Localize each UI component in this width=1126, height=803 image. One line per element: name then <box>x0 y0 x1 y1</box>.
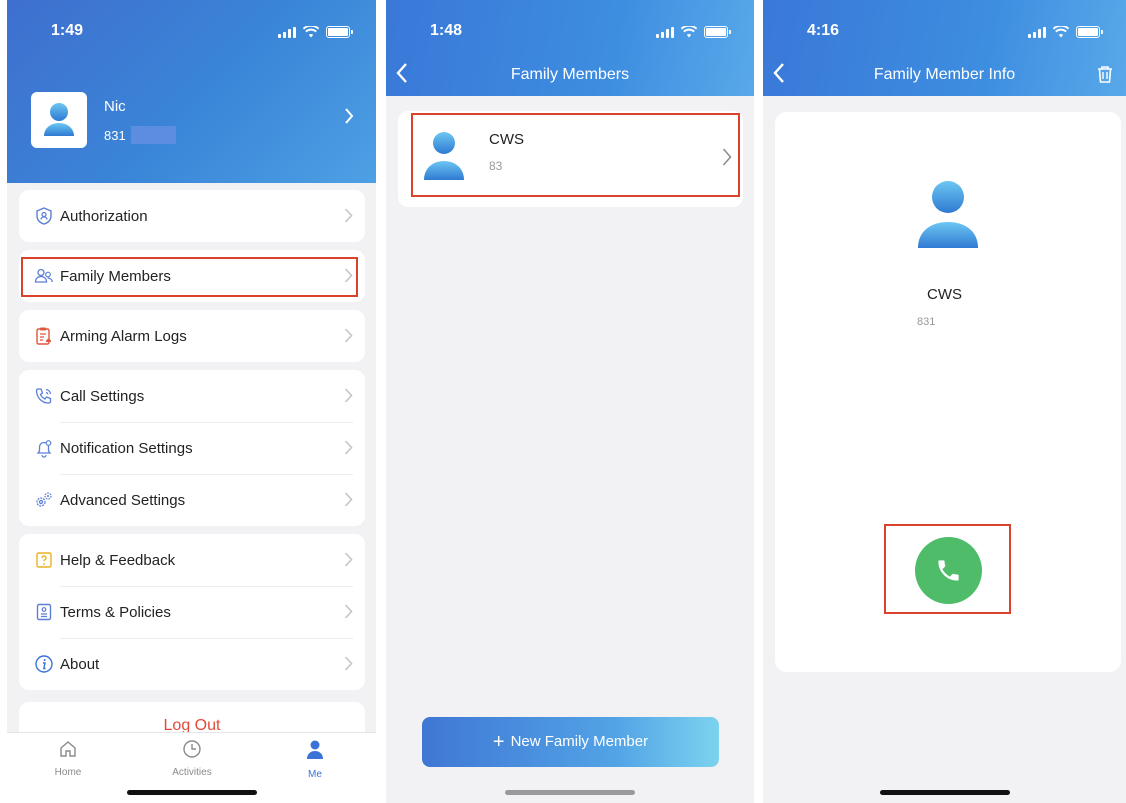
tab-me[interactable]: Me <box>275 739 355 780</box>
status-time: 1:48 <box>430 22 463 39</box>
menu-item-label: Authorization <box>60 207 148 225</box>
chevron-right-icon <box>344 604 353 619</box>
highlight-box-member <box>411 113 740 197</box>
wifi-icon <box>1053 26 1069 38</box>
chevron-right-icon <box>344 208 353 223</box>
menu-item-label: About <box>60 655 100 673</box>
phone-settings-icon <box>35 388 52 404</box>
person-avatar-icon <box>44 103 74 136</box>
gears-icon <box>36 492 52 507</box>
clock-icon <box>183 740 201 758</box>
plus-icon: + <box>492 731 505 753</box>
home-indicator <box>879 790 1010 795</box>
tab-label: Activities <box>172 767 212 778</box>
authorization-icon <box>36 207 52 225</box>
menu-item-terms-policies[interactable]: Terms & Policies <box>19 586 365 638</box>
menu-card-help: Help & Feedback Terms & Policies About <box>19 534 365 690</box>
chevron-right-icon <box>344 656 353 671</box>
menu-card-authorization: Authorization <box>19 190 365 242</box>
menu-item-label: Help & Feedback <box>60 551 176 569</box>
status-bar: 1:49 <box>7 0 376 50</box>
status-bar: 4:16 <box>763 0 1126 50</box>
menu-card-settings: Call Settings Notification Settings Adva… <box>19 370 365 526</box>
family-members-screen: Family Members 1:48 CWS 83 + New Family M… <box>386 0 754 803</box>
person-icon <box>307 740 323 759</box>
menu-item-notification-settings[interactable]: Notification Settings <box>19 422 365 474</box>
menu-item-label: Advanced Settings <box>60 491 186 509</box>
new-family-member-label: New Family Member <box>510 733 649 750</box>
tab-home[interactable]: Home <box>28 739 108 778</box>
menu-item-about[interactable]: About <box>19 638 365 690</box>
battery-icon <box>704 26 731 38</box>
home-indicator <box>505 790 635 795</box>
chevron-right-icon <box>344 388 353 403</box>
family-member-info-screen: Family Member Info 4:16 CWS 831 <box>763 0 1126 803</box>
battery-icon <box>326 26 353 38</box>
battery-icon <box>1076 26 1103 38</box>
profile-phone: 831 <box>104 128 126 143</box>
signal-icon <box>278 26 296 38</box>
tab-activities[interactable]: Activities <box>152 739 232 778</box>
menu-item-label: Notification Settings <box>60 439 193 457</box>
tab-label: Home <box>54 767 82 778</box>
menu-card-alarm: Arming Alarm Logs <box>19 310 365 362</box>
document-icon <box>36 603 52 621</box>
menu-item-help-feedback[interactable]: Help & Feedback <box>19 534 365 586</box>
chevron-right-icon <box>344 552 353 567</box>
new-family-member-button[interactable]: + New Family Member <box>422 717 719 767</box>
highlight-box-call <box>884 524 1011 614</box>
help-icon <box>36 552 52 568</box>
info-icon <box>35 655 53 673</box>
wifi-icon <box>303 26 319 38</box>
page-title: Family Member Info <box>873 66 1016 83</box>
home-indicator <box>126 790 257 795</box>
menu-item-label: Terms & Policies <box>60 603 171 621</box>
redaction <box>131 126 176 144</box>
profile-name: Nic <box>104 98 126 115</box>
home-icon <box>60 741 76 757</box>
status-time: 1:49 <box>51 22 84 39</box>
signal-icon <box>1028 26 1046 38</box>
chevron-right-icon <box>344 328 353 343</box>
status-time: 4:16 <box>807 22 840 39</box>
signal-icon <box>656 26 674 38</box>
tab-label: Me <box>308 769 322 780</box>
bell-icon <box>36 440 52 458</box>
trash-icon[interactable] <box>1096 64 1114 84</box>
member-name: CWS <box>927 286 962 303</box>
member-phone: 831 <box>917 316 936 328</box>
logout-label: Log Out <box>163 717 221 734</box>
menu-item-advanced-settings[interactable]: Advanced Settings <box>19 474 365 526</box>
me-screen: 1:49 Nic 831 Authorization Family Member… <box>7 0 376 803</box>
page-title: Family Members <box>510 66 630 83</box>
highlight-box-family-members <box>21 257 358 297</box>
avatar[interactable] <box>31 92 87 148</box>
chevron-right-icon <box>344 492 353 507</box>
chevron-right-icon[interactable] <box>344 108 354 124</box>
menu-item-arming-alarm-logs[interactable]: Arming Alarm Logs <box>19 310 365 362</box>
wifi-icon <box>681 26 697 38</box>
menu-item-label: Call Settings <box>60 387 145 405</box>
person-avatar-icon <box>918 181 978 248</box>
menu-item-label: Arming Alarm Logs <box>60 327 187 345</box>
status-bar: 1:48 <box>386 0 754 50</box>
menu-item-call-settings[interactable]: Call Settings <box>19 370 365 422</box>
chevron-right-icon <box>344 440 353 455</box>
menu-item-authorization[interactable]: Authorization <box>19 190 365 242</box>
alarm-log-icon <box>36 327 51 345</box>
